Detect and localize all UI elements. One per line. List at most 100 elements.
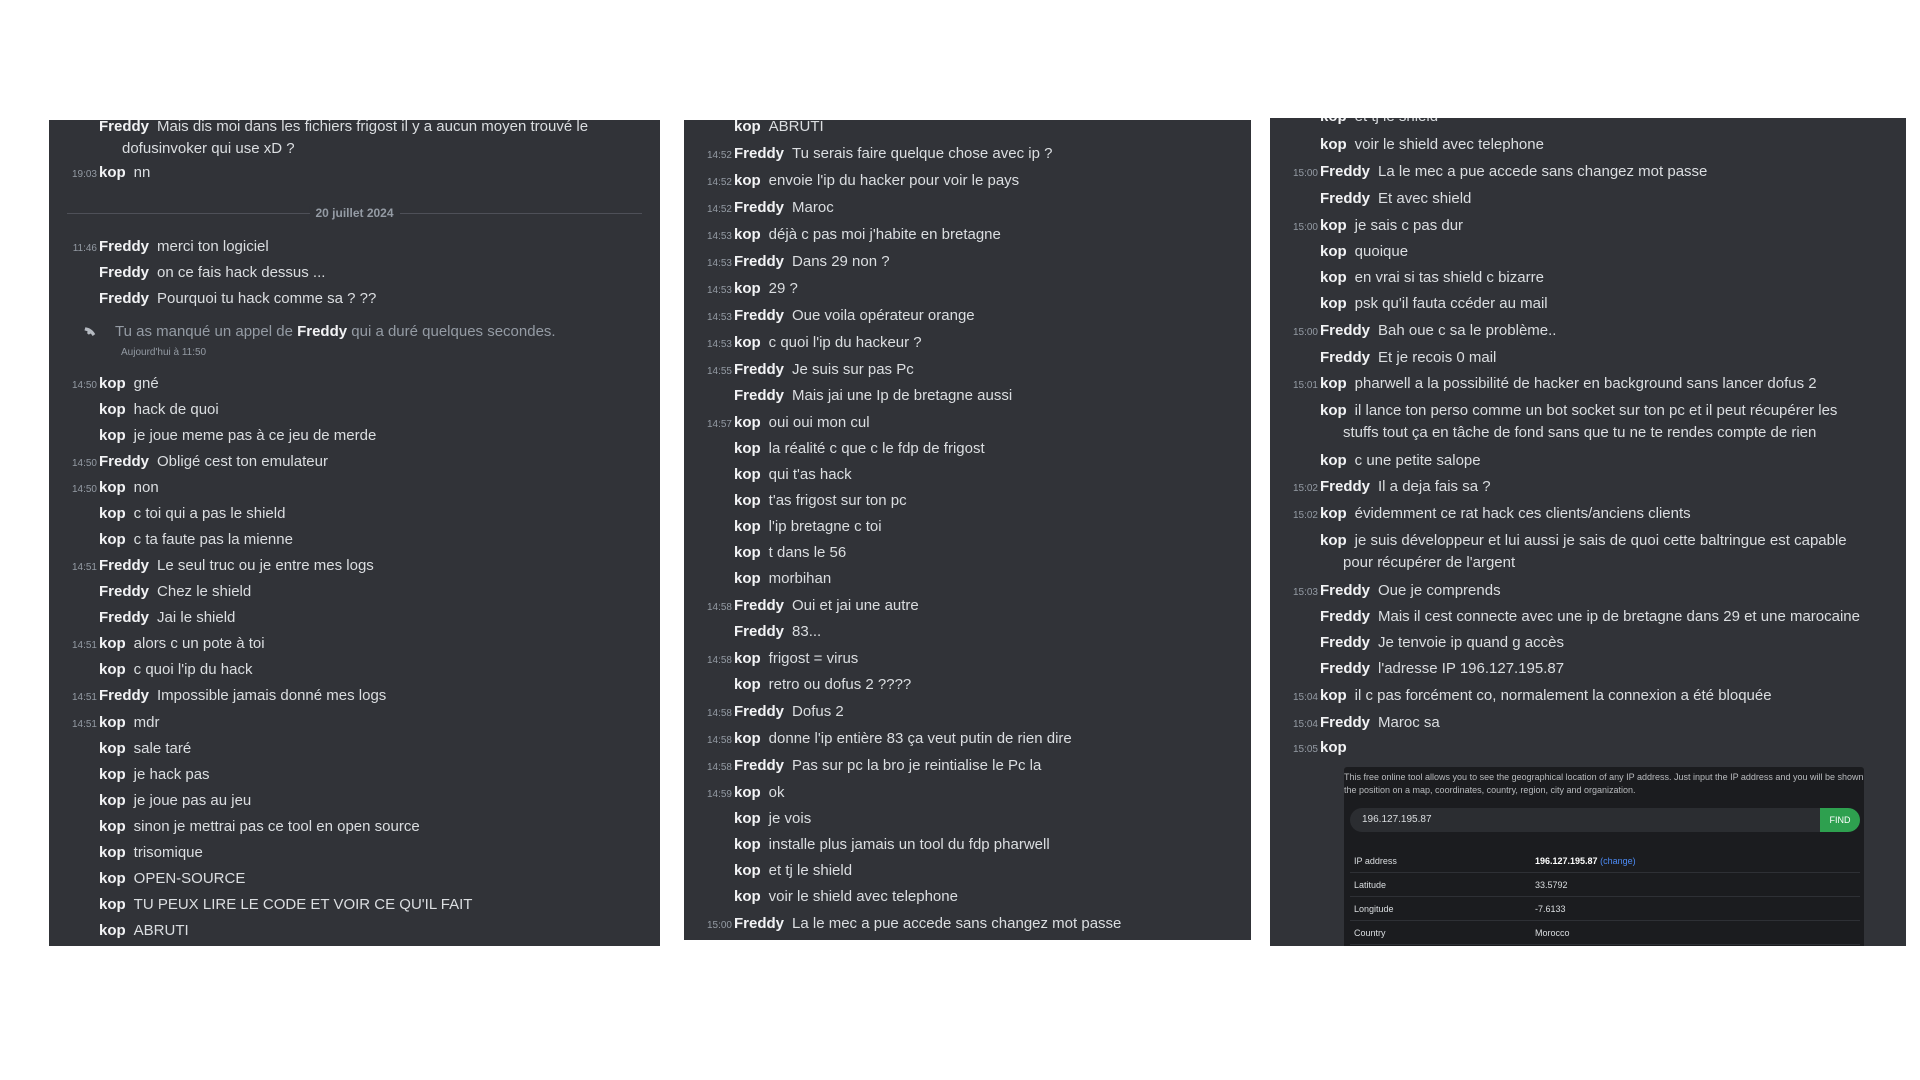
change-ip-link[interactable]: (change) <box>1600 856 1636 866</box>
message-author[interactable]: kop <box>1320 532 1347 549</box>
message-author[interactable]: kop <box>99 375 126 392</box>
message-author[interactable]: kop <box>1320 505 1347 522</box>
message-author[interactable]: Freddy <box>99 557 149 574</box>
message-row[interactable]: kop et tj le shield <box>684 860 1245 882</box>
message-author[interactable]: kop <box>99 740 126 757</box>
message-author[interactable]: kop <box>734 466 761 483</box>
message-row[interactable]: Freddy Mais jai une Ip de bretagne aussi <box>684 385 1245 407</box>
message-row[interactable]: 14:51 kop alors c un pote à toi <box>49 633 654 655</box>
message-author[interactable]: kop <box>1320 217 1347 234</box>
message-author[interactable]: Freddy <box>734 387 784 404</box>
message-author[interactable]: kop <box>99 896 126 913</box>
message-author[interactable]: kop <box>99 505 126 522</box>
message-row[interactable]: kop c toi qui a pas le shield <box>49 503 654 525</box>
message-author[interactable]: Freddy <box>1320 608 1370 625</box>
message-row[interactable]: kop morbihan <box>684 568 1245 590</box>
message-author[interactable]: Freddy <box>1320 349 1370 366</box>
message-row[interactable]: kop OPEN-SOURCE <box>49 868 654 890</box>
message-row[interactable]: Freddy l'adresse IP 196.127.195.87 <box>1270 658 1900 680</box>
message-author[interactable]: kop <box>734 888 761 905</box>
message-author[interactable]: kop <box>1320 375 1347 392</box>
message-row[interactable]: 15:00 Freddy Bah oue c sa le problème.. <box>1270 320 1900 342</box>
message-author[interactable]: kop <box>734 120 761 135</box>
message-row[interactable]: Freddy Jai le shield <box>49 607 654 629</box>
message-row[interactable]: Freddy Mais il cest connecte avec une ip … <box>1270 606 1900 628</box>
message-author[interactable]: Freddy <box>734 253 784 270</box>
message-row[interactable]: 14:57 kop oui oui mon cul <box>684 412 1245 434</box>
message-row[interactable]: kop l'ip bretagne c toi <box>684 516 1245 538</box>
message-author[interactable]: Freddy <box>734 757 784 774</box>
message-row[interactable]: 14:51 kop mdr <box>49 712 654 734</box>
message-author[interactable]: Freddy <box>1320 190 1370 207</box>
message-author[interactable]: Freddy <box>734 597 784 614</box>
message-author[interactable]: kop <box>1320 687 1347 704</box>
message-author[interactable]: kop <box>734 280 761 297</box>
message-row[interactable]: 15:03 Freddy Oue je comprends <box>1270 580 1900 602</box>
message-row[interactable]: kop trisomique <box>49 842 654 864</box>
message-author[interactable]: Freddy <box>1320 478 1370 495</box>
message-row[interactable]: 14:53 kop 29 ? <box>684 278 1245 300</box>
message-row[interactable]: Freddy Chez le shield <box>49 581 654 603</box>
message-row[interactable]: 15:00 kop je sais c pas dur <box>1270 215 1900 237</box>
missed-call-caller[interactable]: Freddy <box>297 323 347 340</box>
message-row[interactable]: Freddy Et je recois 0 mail <box>1270 347 1900 369</box>
message-author[interactable]: kop <box>1320 402 1347 419</box>
message-author[interactable]: kop <box>99 661 126 678</box>
message-author[interactable]: kop <box>99 479 126 496</box>
message-author[interactable]: kop <box>99 164 126 181</box>
message-row[interactable]: 15:04 Freddy Maroc sa <box>1270 712 1900 734</box>
message-row[interactable]: kop qui t'as hack <box>684 464 1245 486</box>
message-author[interactable]: kop <box>734 862 761 879</box>
message-row[interactable]: kop il lance ton perso comme un bot socke… <box>1270 400 1900 444</box>
message-author[interactable]: kop <box>734 730 761 747</box>
message-author[interactable]: kop <box>734 334 761 351</box>
message-row[interactable]: kop ABRUTI <box>49 920 654 942</box>
message-row[interactable]: kop t dans le 56 <box>684 542 1245 564</box>
message-row[interactable]: 14:50 kop gné <box>49 373 654 395</box>
message-author[interactable]: kop <box>734 570 761 587</box>
message-row[interactable]: 15:02 Freddy Il a deja fais sa ? <box>1270 476 1900 498</box>
message-author[interactable]: Freddy <box>734 623 784 640</box>
message-row[interactable]: kop et tj le shield <box>1270 118 1900 128</box>
message-row[interactable]: kop t'as frigost sur ton pc <box>684 490 1245 512</box>
message-row[interactable]: 15:00 Freddy La le mec a pue accede sans c… <box>684 913 1245 935</box>
message-author[interactable]: kop <box>99 427 126 444</box>
message-author[interactable]: Freddy <box>99 290 149 307</box>
message-author[interactable]: Freddy <box>734 361 784 378</box>
message-row[interactable]: 14:58 Freddy Oui et jai une autre <box>684 595 1245 617</box>
message-row[interactable]: 14:50 kop non <box>49 477 654 499</box>
message-author[interactable]: kop <box>1320 739 1347 756</box>
message-author[interactable]: Freddy <box>99 609 149 626</box>
message-row[interactable]: kop je joue pas au jeu <box>49 790 654 812</box>
message-author[interactable]: kop <box>99 714 126 731</box>
message-author[interactable]: kop <box>734 784 761 801</box>
message-author[interactable]: kop <box>1320 136 1347 153</box>
message-row[interactable]: kop ABRUTI <box>684 120 1245 138</box>
message-row[interactable]: 14:53 kop c quoi l'ip du hackeur ? <box>684 332 1245 354</box>
message-author[interactable]: kop <box>734 172 761 189</box>
message-row[interactable]: 15:04 kop il c pas forcément co, normaleme… <box>1270 685 1900 707</box>
message-row[interactable]: kop psk qu'il fauta ccéder au mail <box>1270 293 1900 315</box>
message-row[interactable]: kop voir le shield avec telephone <box>1270 134 1900 156</box>
message-row[interactable]: kop je suis développeur et lui aussi je s… <box>1270 530 1900 574</box>
message-row[interactable]: 15:01 kop pharwell a la possibilité de hac… <box>1270 373 1900 395</box>
message-row[interactable]: kop c une petite salope <box>1270 450 1900 472</box>
message-row[interactable]: 15:05 kop <box>1270 739 1900 756</box>
message-row[interactable]: kop c quoi l'ip du hack <box>49 659 654 681</box>
message-author[interactable]: kop <box>734 518 761 535</box>
message-row[interactable]: 14:50 Freddy Obligé cest ton emulateur <box>49 451 654 473</box>
message-row[interactable]: kop hack de quoi <box>49 399 654 421</box>
message-author[interactable]: Freddy <box>1320 660 1370 677</box>
message-author[interactable]: Freddy <box>99 264 149 281</box>
message-author[interactable]: kop <box>1320 295 1347 312</box>
message-author[interactable]: Freddy <box>1320 634 1370 651</box>
message-row[interactable]: kop installe plus jamais un tool du fdp p… <box>684 834 1245 856</box>
message-row[interactable]: Freddy 83... <box>684 621 1245 643</box>
message-row[interactable]: 14:52 Freddy Maroc <box>684 197 1245 219</box>
message-row[interactable]: kop en vrai si tas shield c bizarre <box>1270 267 1900 289</box>
message-author[interactable]: kop <box>1320 269 1347 286</box>
message-row[interactable]: kop sinon je mettrai pas ce tool en open … <box>49 816 654 838</box>
message-author[interactable]: kop <box>734 414 761 431</box>
message-row[interactable]: Freddy Pourquoi tu hack comme sa ? ?? <box>49 288 654 310</box>
message-author[interactable]: kop <box>99 818 126 835</box>
